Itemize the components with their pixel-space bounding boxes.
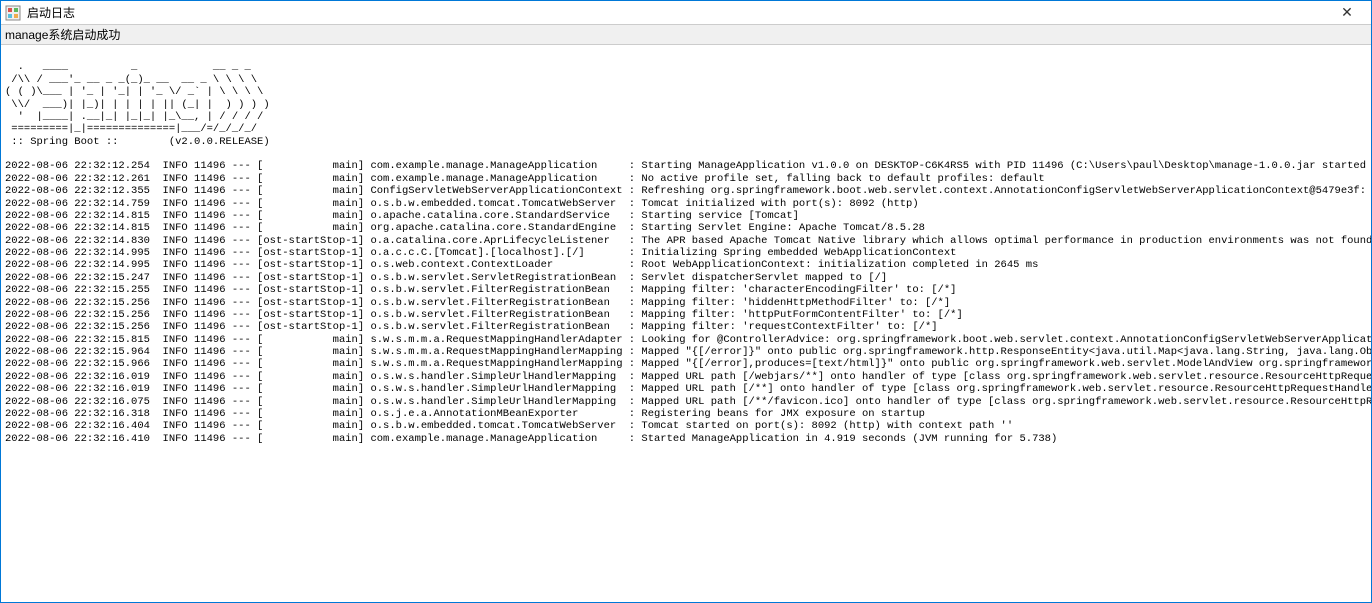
log-output[interactable]: . ____ _ __ _ _ /\\ / ___'_ __ _ _(_)_ _… [1,45,1371,602]
status-message: manage系统启动成功 [1,25,1371,45]
window-title: 启动日志 [27,4,1327,21]
title-bar: 启动日志 ✕ [1,1,1371,25]
close-icon: ✕ [1341,4,1353,21]
app-icon [5,5,21,21]
window-frame: 启动日志 ✕ manage系统启动成功 . ____ _ __ _ _ /\\ … [1,1,1371,602]
close-button[interactable]: ✕ [1327,2,1367,24]
